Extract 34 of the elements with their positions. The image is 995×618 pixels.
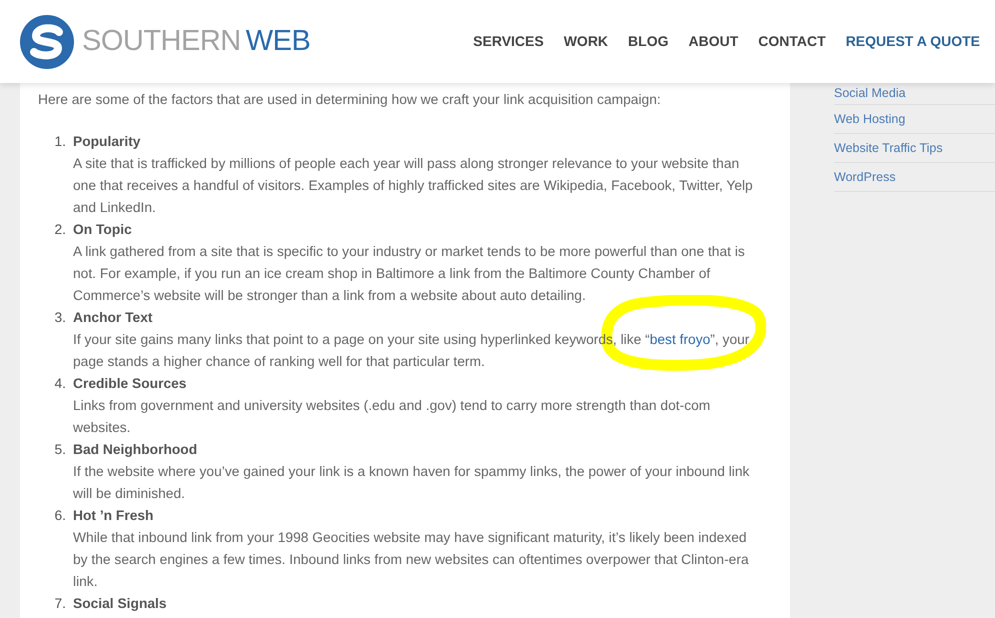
nav-link[interactable]: SERVICES: [473, 31, 544, 52]
item-description: While that inbound link from your 1998 Geocities website may have significant maturity, it’s likely been indexed by the search engines a few times. Inbound links from new websites can oftentimes overpower that Clinton-era link.: [73, 529, 750, 591]
sidebar-link[interactable]: Website Traffic Tips: [834, 134, 995, 163]
nav-link[interactable]: WORK: [564, 31, 608, 52]
item-title: Popularity: [73, 133, 142, 151]
list-number: 4.: [53, 375, 67, 393]
item-description: A link gathered from a site that is specific to your industry or market tends to be more powerful than one that is not. For example, if you run an ice cream shop in Baltimore a link from the Baltimore County Chamber of Commerce’s website will be stronger than a link from a website about auto detailing.: [73, 243, 746, 305]
logo-text: SOUTHERN: [82, 24, 241, 59]
text-link[interactable]: best froyo: [650, 332, 710, 347]
list-number: 3.: [53, 309, 67, 327]
intro-paragraph: Here are some of the factors that are used in determining how we craft your link acquisition campaign:: [38, 91, 662, 109]
nav-link[interactable]: REQUEST A QUOTE: [846, 31, 980, 52]
list-number: 6.: [53, 507, 67, 525]
item-title: Credible Sources: [73, 375, 188, 393]
nav-link[interactable]: BLOG: [628, 31, 668, 52]
item-title: Bad Neighborhood: [73, 441, 198, 459]
sidebar-link[interactable]: WordPress: [834, 163, 995, 192]
logo-icon: [20, 14, 74, 68]
list-number: 5.: [53, 441, 67, 459]
item-title: Social Signals: [73, 595, 167, 613]
list-number: 7.: [53, 595, 67, 613]
nav-link[interactable]: CONTACT: [758, 31, 826, 52]
item-description: A site that is trafficked by millions of people each year will pass along stronger relevance to your website than one that receives a handful of visitors. Examples of highly trafficked sites are Wikipedia, Facebook, Twitter, Yelp and LinkedIn.: [73, 155, 754, 217]
item-title: Anchor Text: [73, 309, 154, 327]
sidebar-link[interactable]: Web Hosting: [834, 105, 995, 134]
list-number: 2.: [53, 221, 67, 239]
item-title: On Topic: [73, 221, 133, 239]
logo-text: WEB: [246, 24, 310, 59]
nav-link[interactable]: ABOUT: [688, 31, 738, 52]
item-description: If the website where you’ve gained your link is a known haven for spammy links, the power of your inbound link will be diminished.: [73, 463, 750, 503]
list-number: 1.: [53, 133, 67, 151]
item-description: Links from government and university websites (.edu and .gov) tend to carry more strength than dot-com websites.: [73, 397, 712, 437]
sidebar-link[interactable]: Social Media: [834, 83, 995, 105]
item-title: Hot ’n Fresh: [73, 507, 154, 525]
